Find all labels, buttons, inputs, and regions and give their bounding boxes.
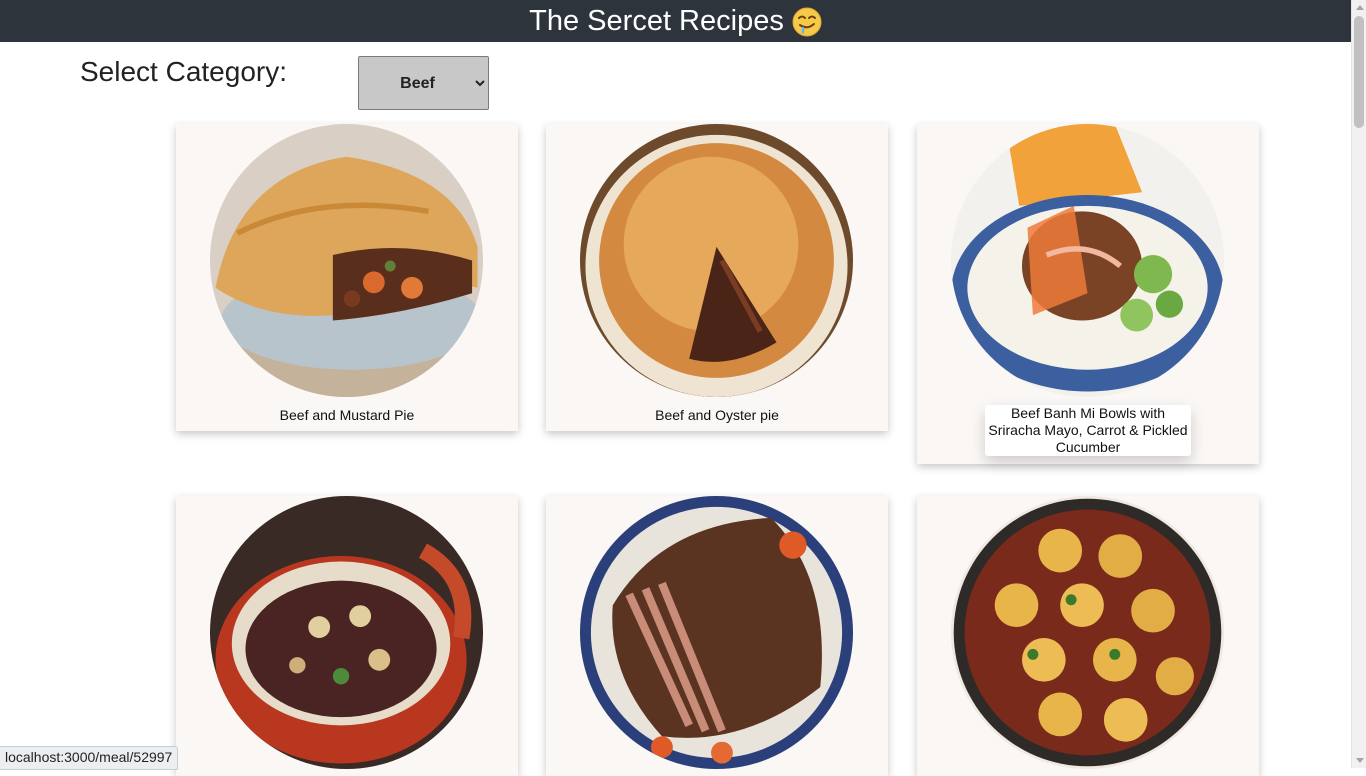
- meal-name[interactable]: Beef and Oyster pie: [546, 407, 888, 424]
- scroll-up-icon[interactable]: [1356, 5, 1364, 10]
- page-scrollbar[interactable]: [1351, 0, 1366, 768]
- app-title: The Sercet Recipes: [529, 4, 784, 37]
- beef-mustard-pie-photo[interactable]: [210, 124, 483, 397]
- meal-card[interactable]: Beef and Mustard Pie: [176, 124, 518, 431]
- link-status-bar: localhost:3000/meal/52997: [0, 746, 179, 770]
- scroll-down-icon[interactable]: [1356, 758, 1364, 763]
- beef-brisket-photo[interactable]: [580, 496, 853, 769]
- drooling-face-icon: [792, 7, 822, 37]
- beef-bourguignon-photo[interactable]: [210, 496, 483, 769]
- beef-oyster-pie-photo[interactable]: [580, 124, 853, 397]
- meal-card[interactable]: [917, 496, 1259, 776]
- meal-card[interactable]: [176, 496, 518, 776]
- meal-card[interactable]: [546, 496, 888, 776]
- meal-name[interactable]: Beef Banh Mi Bowls with Sriracha Mayo, C…: [985, 405, 1191, 456]
- category-select[interactable]: Beef: [358, 56, 489, 110]
- meal-card[interactable]: Beef Banh Mi Bowls with Sriracha Mayo, C…: [917, 124, 1259, 464]
- beef-dumpling-stew-photo[interactable]: [951, 496, 1224, 769]
- app-header: The Sercet Recipes: [0, 0, 1351, 42]
- category-label: Select Category:: [80, 56, 287, 87]
- meal-card[interactable]: Beef and Oyster pie: [546, 124, 888, 431]
- meal-name[interactable]: Beef and Mustard Pie: [176, 407, 518, 424]
- scrollbar-thumb[interactable]: [1354, 16, 1364, 128]
- banh-mi-bowl-photo[interactable]: [951, 124, 1224, 397]
